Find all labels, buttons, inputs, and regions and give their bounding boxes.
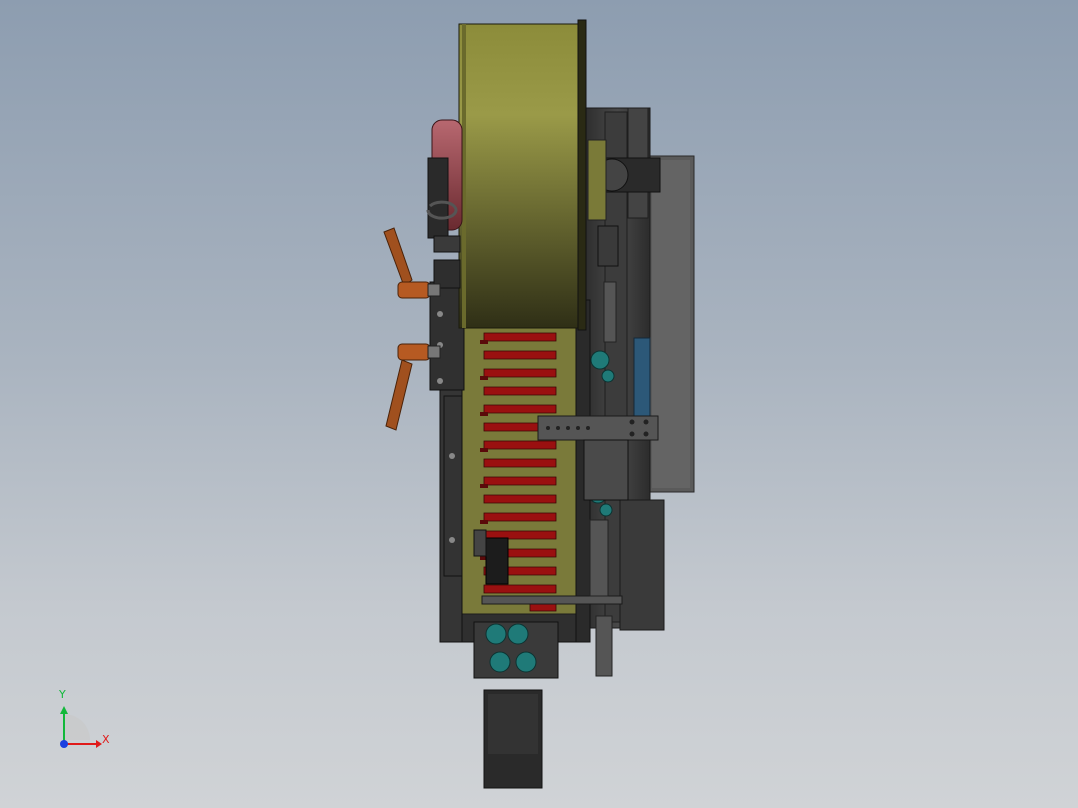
- axis-triad: [60, 706, 102, 748]
- z-axis-dot: [60, 740, 68, 748]
- roller-assembly: [426, 119, 463, 289]
- x-axis-label: X: [102, 733, 110, 746]
- y-axis-label: Y: [59, 688, 66, 701]
- motor: [483, 689, 543, 789]
- cad-viewport[interactable]: X Y: [0, 0, 1078, 808]
- side-panel: [647, 155, 695, 493]
- drum: [458, 19, 587, 331]
- machine-assembly-model[interactable]: [0, 0, 1078, 808]
- y-axis-arrow: [60, 706, 68, 714]
